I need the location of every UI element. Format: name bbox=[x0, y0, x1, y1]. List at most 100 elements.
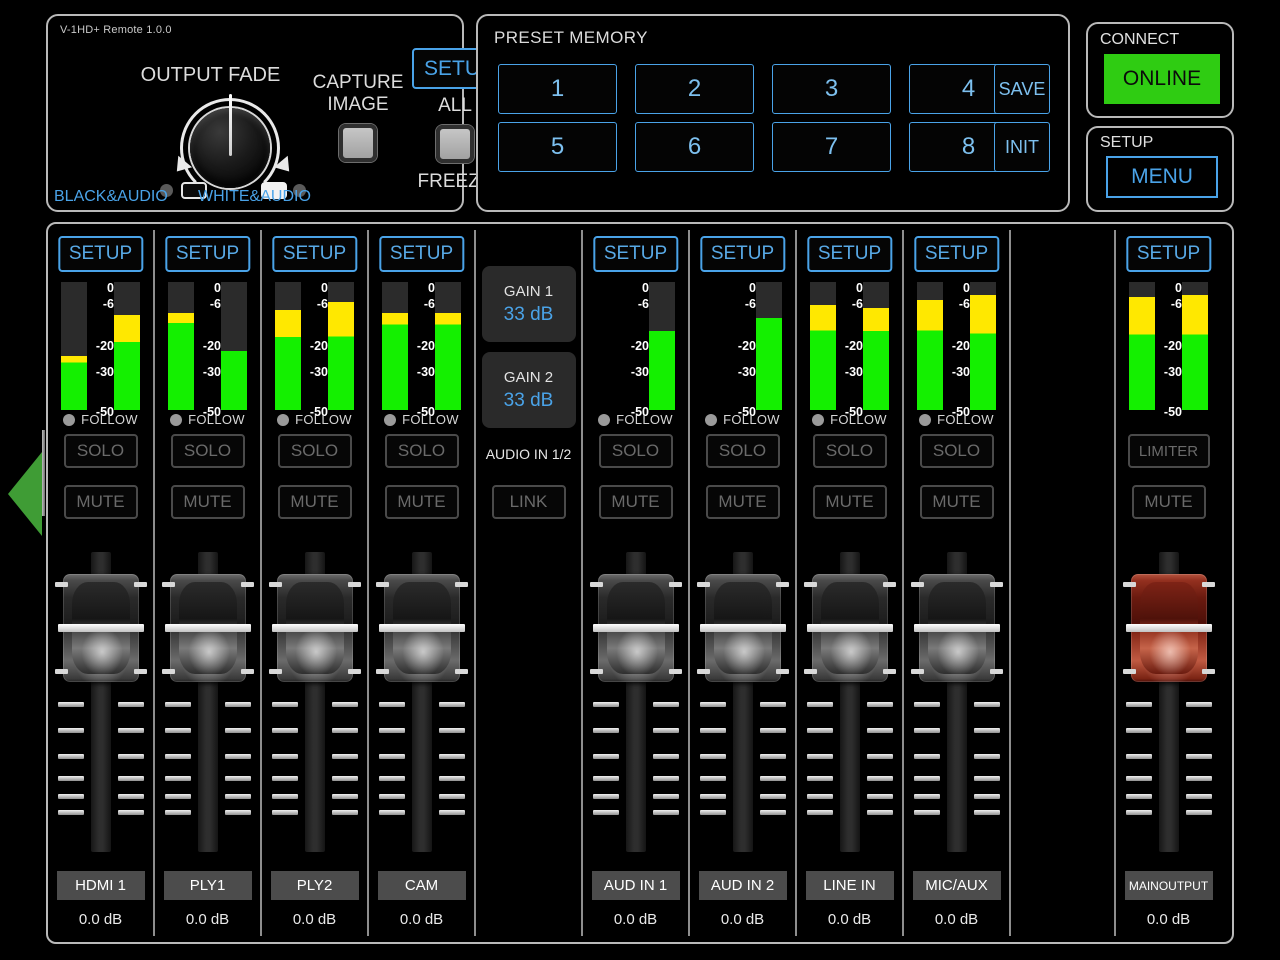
sidebar-expand-arrow-icon[interactable] bbox=[8, 452, 42, 536]
channel-nameplate[interactable]: AUD IN 2 bbox=[698, 871, 787, 900]
preset-button-2[interactable]: 2 bbox=[635, 64, 754, 114]
channel-setup-button[interactable]: SETUP bbox=[1125, 236, 1212, 272]
follow-led-icon bbox=[705, 413, 718, 426]
channel-db-value: 0.0 dB bbox=[720, 911, 765, 928]
output-fade-knob[interactable] bbox=[166, 94, 297, 198]
channel-setup-button[interactable]: SETUP bbox=[164, 236, 251, 272]
fader-handle[interactable] bbox=[161, 574, 254, 682]
channel-solo-button[interactable]: SOLO bbox=[919, 434, 994, 468]
preset-button-5[interactable]: 5 bbox=[498, 122, 617, 172]
fader-handle[interactable] bbox=[589, 574, 682, 682]
channel-fader[interactable] bbox=[589, 552, 682, 852]
fader-handle[interactable] bbox=[268, 574, 361, 682]
fader-tick bbox=[224, 728, 251, 733]
meter-scale-tick: -6 bbox=[423, 297, 435, 311]
preset-button-6[interactable]: 6 bbox=[635, 122, 754, 172]
channel-follow-indicator[interactable]: FOLLOW bbox=[904, 412, 1009, 427]
meter-scale-tick: -20 bbox=[844, 339, 863, 353]
fader-ticks bbox=[592, 702, 679, 820]
channel-follow-indicator[interactable]: FOLLOW bbox=[155, 412, 260, 427]
fader-handle[interactable] bbox=[803, 574, 896, 682]
channel-follow-indicator[interactable]: FOLLOW bbox=[262, 412, 367, 427]
channel-fader[interactable] bbox=[803, 552, 896, 852]
channel-strips-container: SETUP 0 -6 -20 -30 -50 FOLLOW SOLO MUTE HDMI 1 0.0… bbox=[48, 224, 1232, 942]
fader-handle[interactable] bbox=[54, 574, 147, 682]
fader-handle[interactable] bbox=[1122, 574, 1215, 682]
channel-fader[interactable] bbox=[910, 552, 1003, 852]
setup-menu-button[interactable]: MENU bbox=[1106, 156, 1218, 198]
fader-tick bbox=[592, 794, 619, 799]
channel-mute-button[interactable]: MUTE bbox=[384, 485, 459, 519]
fader-ticks bbox=[699, 702, 786, 820]
channel-follow-indicator[interactable]: FOLLOW bbox=[797, 412, 902, 427]
channel-nameplate[interactable]: PLY1 bbox=[163, 871, 252, 900]
channel-nameplate[interactable]: AUD IN 1 bbox=[591, 871, 680, 900]
fader-tick bbox=[378, 810, 405, 815]
channel-solo-button[interactable]: SOLO bbox=[812, 434, 887, 468]
channel-nameplate[interactable]: PLY2 bbox=[270, 871, 359, 900]
channel-follow-indicator[interactable]: FOLLOW bbox=[583, 412, 688, 427]
channel-follow-indicator[interactable]: FOLLOW bbox=[369, 412, 474, 427]
meter-scale-tick: -50 bbox=[1163, 405, 1182, 419]
fader-handle-nub bbox=[133, 669, 147, 674]
preset-button-1[interactable]: 1 bbox=[498, 64, 617, 114]
fader-handle[interactable] bbox=[375, 574, 468, 682]
fader-tick bbox=[806, 728, 833, 733]
channel-setup-button[interactable]: SETUP bbox=[57, 236, 144, 272]
channel-nameplate[interactable]: HDMI 1 bbox=[56, 871, 145, 900]
channel-setup-button[interactable]: SETUP bbox=[378, 236, 465, 272]
fader-ticks bbox=[913, 702, 1000, 820]
channel-fader[interactable] bbox=[375, 552, 468, 852]
meter-fill bbox=[970, 294, 996, 410]
channel-mute-button[interactable]: MUTE bbox=[705, 485, 780, 519]
fader-tick bbox=[973, 794, 1000, 799]
preset-button-7[interactable]: 7 bbox=[772, 122, 891, 172]
channel-mute-button[interactable]: MUTE bbox=[1131, 485, 1206, 519]
channel-nameplate[interactable]: MIC/AUX bbox=[912, 871, 1001, 900]
channel-solo-button[interactable]: SOLO bbox=[705, 434, 780, 468]
channel-mute-button[interactable]: MUTE bbox=[277, 485, 352, 519]
gain1-card[interactable]: GAIN 1 33 dB bbox=[481, 266, 576, 342]
channel-mute-button[interactable]: MUTE bbox=[63, 485, 138, 519]
channel-strip-ply2: SETUP 0 -6 -20 -30 -50 FOLLOW SOLO MUTE PLY2 0.0 d… bbox=[262, 224, 367, 942]
channel-solo-button[interactable]: SOLO bbox=[63, 434, 138, 468]
channel-solo-button[interactable]: SOLO bbox=[598, 434, 673, 468]
channel-mute-button[interactable]: MUTE bbox=[919, 485, 994, 519]
connect-status-badge[interactable]: ONLINE bbox=[1104, 54, 1220, 104]
channel-limiter-button[interactable]: LIMITER bbox=[1127, 434, 1210, 468]
fader-handle[interactable] bbox=[910, 574, 1003, 682]
fader-handle[interactable] bbox=[696, 574, 789, 682]
capture-image-button[interactable] bbox=[339, 124, 377, 162]
preset-save-button[interactable]: SAVE bbox=[994, 64, 1050, 114]
fader-handle-nub bbox=[1201, 669, 1215, 674]
channel-fader[interactable] bbox=[54, 552, 147, 852]
channel-setup-button[interactable]: SETUP bbox=[592, 236, 679, 272]
channel-nameplate[interactable]: MAIN OUTPUT bbox=[1124, 871, 1213, 900]
channel-setup-button[interactable]: SETUP bbox=[806, 236, 893, 272]
channel-mute-button[interactable]: MUTE bbox=[598, 485, 673, 519]
channel-solo-button[interactable]: SOLO bbox=[384, 434, 459, 468]
audio-link-button[interactable]: LINK bbox=[491, 485, 566, 519]
channel-fader[interactable] bbox=[696, 552, 789, 852]
channel-fader[interactable] bbox=[268, 552, 361, 852]
channel-nameplate[interactable]: CAM bbox=[377, 871, 466, 900]
fader-tick bbox=[592, 702, 619, 707]
preset-button-3[interactable]: 3 bbox=[772, 64, 891, 114]
channel-fader[interactable] bbox=[1122, 552, 1215, 852]
preset-init-button[interactable]: INIT bbox=[994, 122, 1050, 172]
channel-solo-button[interactable]: SOLO bbox=[170, 434, 245, 468]
connect-panel: CONNECT ONLINE bbox=[1086, 22, 1234, 118]
channel-mute-button[interactable]: MUTE bbox=[812, 485, 887, 519]
channel-follow-indicator[interactable]: FOLLOW bbox=[48, 412, 153, 427]
gain2-card[interactable]: GAIN 2 33 dB bbox=[481, 352, 576, 428]
follow-led-icon bbox=[63, 413, 76, 426]
channel-follow-indicator[interactable]: FOLLOW bbox=[690, 412, 795, 427]
channel-setup-button[interactable]: SETUP bbox=[271, 236, 358, 272]
channel-solo-button[interactable]: SOLO bbox=[277, 434, 352, 468]
channel-setup-button[interactable]: SETUP bbox=[699, 236, 786, 272]
channel-mute-button[interactable]: MUTE bbox=[170, 485, 245, 519]
channel-setup-button[interactable]: SETUP bbox=[913, 236, 1000, 272]
freeze-button[interactable] bbox=[436, 125, 474, 163]
channel-nameplate[interactable]: LINE IN bbox=[805, 871, 894, 900]
channel-fader[interactable] bbox=[161, 552, 254, 852]
